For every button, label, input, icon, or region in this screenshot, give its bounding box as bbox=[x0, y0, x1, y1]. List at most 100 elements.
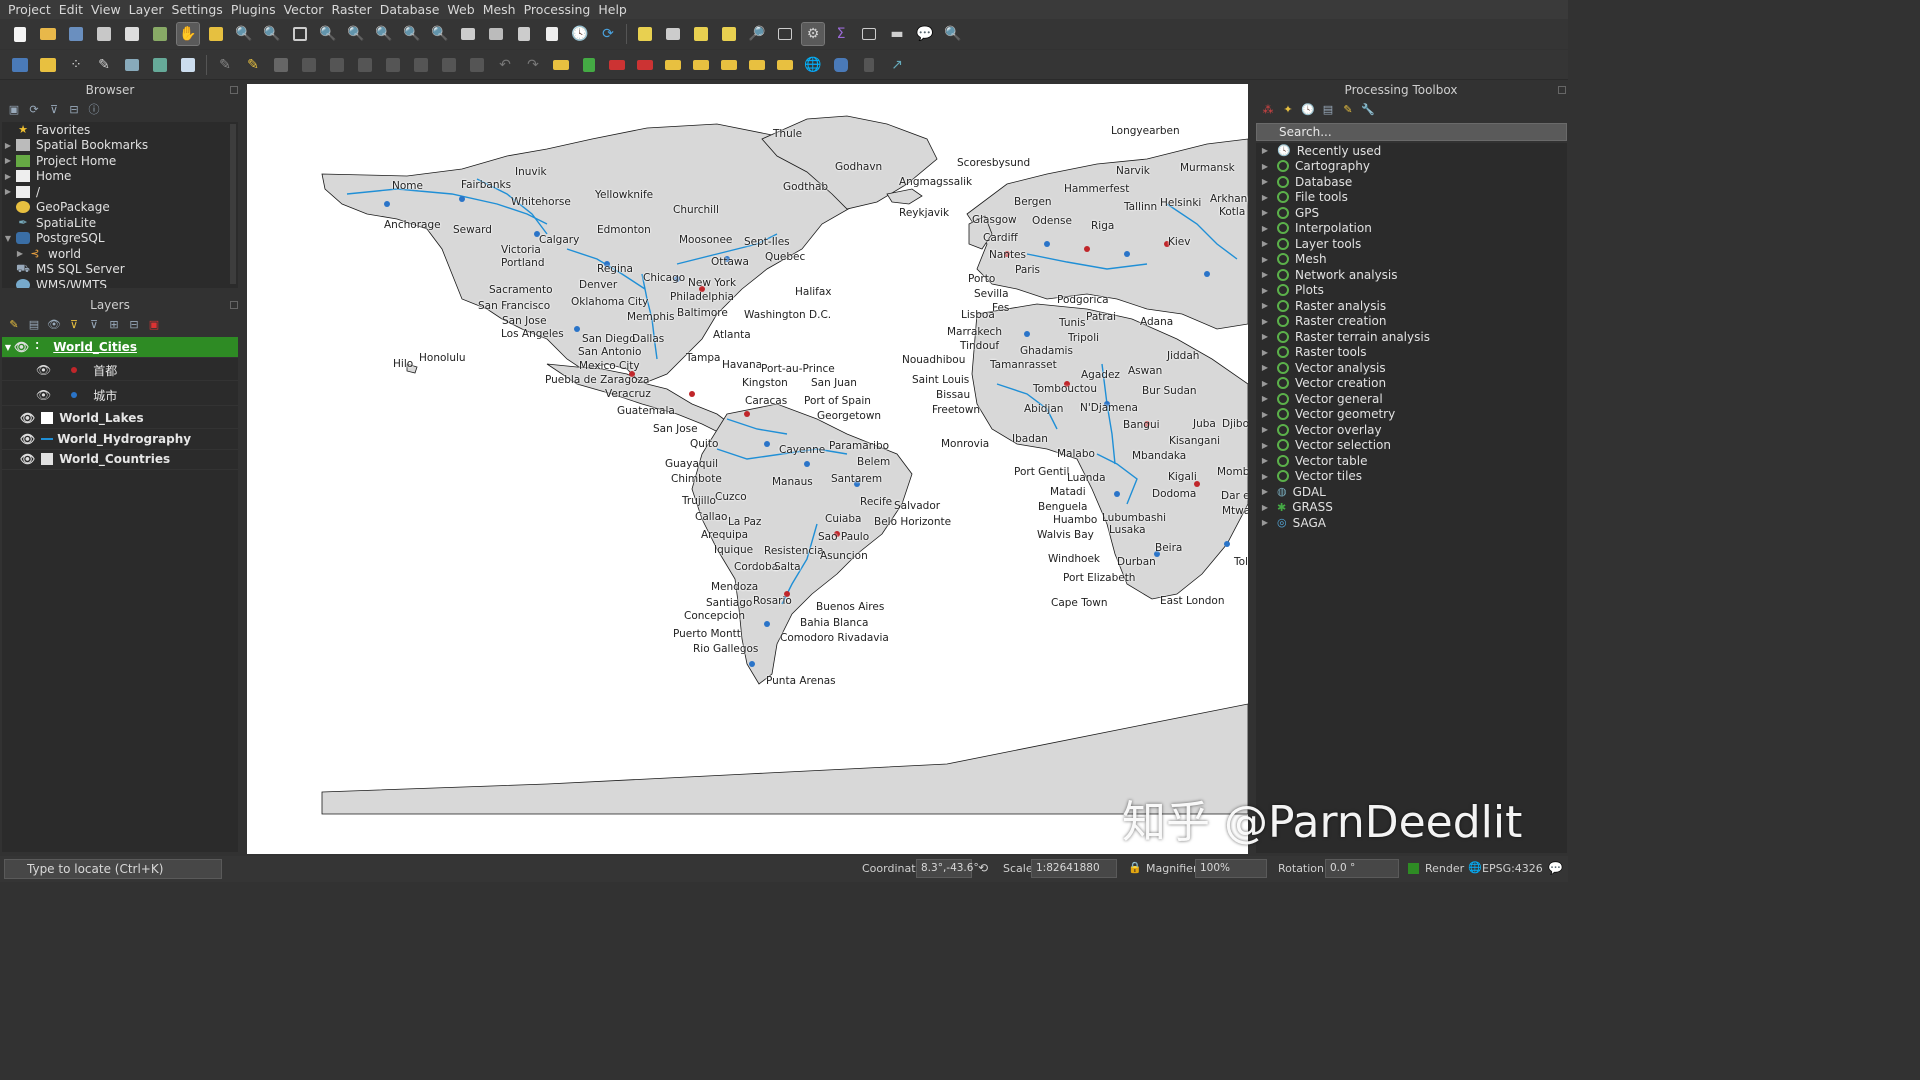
save-project-button[interactable] bbox=[65, 23, 87, 45]
expand-all-icon[interactable]: ⊞ bbox=[106, 316, 122, 332]
print-layout-button[interactable] bbox=[121, 23, 143, 45]
zoom-out-icon[interactable]: 🔍 bbox=[261, 23, 283, 45]
expand-arrow-icon[interactable]: ▶ bbox=[1259, 146, 1271, 155]
toolbox-item-interpolation[interactable]: ▶ Interpolation bbox=[1256, 221, 1567, 237]
toolbox-item-vector-tiles[interactable]: ▶ Vector tiles bbox=[1256, 469, 1567, 485]
clock-icon[interactable]: 🕓 bbox=[569, 23, 591, 45]
delete-selected-button[interactable] bbox=[382, 54, 404, 76]
expand-arrow-icon[interactable]: ▶ bbox=[1259, 394, 1271, 403]
toolbox-item-database[interactable]: ▶ Database bbox=[1256, 174, 1567, 190]
zoom-next-button[interactable]: 🔍 bbox=[429, 23, 451, 45]
expand-arrow-icon[interactable]: ▶ bbox=[1259, 255, 1271, 264]
toolbox-item-file-tools[interactable]: ▶ File tools bbox=[1256, 190, 1567, 206]
label-highlight-icon[interactable] bbox=[634, 54, 656, 76]
toolbox-item-vector-table[interactable]: ▶ Vector table bbox=[1256, 453, 1567, 469]
toolbox-item-grass[interactable]: ▶ ✱ GRASS bbox=[1256, 500, 1567, 516]
label-change-icon[interactable] bbox=[746, 54, 768, 76]
toolbox-item-plots[interactable]: ▶ Plots bbox=[1256, 283, 1567, 299]
legend-city[interactable]: 👁 城市 bbox=[2, 385, 238, 406]
filter-icon[interactable]: ⊽ bbox=[66, 316, 82, 332]
toolbox-item-raster-analysis[interactable]: ▶ Raster analysis bbox=[1256, 298, 1567, 314]
toolbox-panel-close-icon[interactable] bbox=[1558, 86, 1566, 94]
toolbox-item-vector-general[interactable]: ▶ Vector general bbox=[1256, 391, 1567, 407]
collapse-all-icon[interactable]: ⊟ bbox=[126, 316, 142, 332]
expand-arrow-icon[interactable]: ▼ bbox=[2, 234, 14, 243]
crs-globe-icon[interactable]: 🌐 bbox=[1468, 861, 1482, 874]
temporal-controller-button[interactable] bbox=[513, 23, 535, 45]
digitize-icon[interactable]: ⁘ bbox=[65, 54, 87, 76]
layer-world-countries[interactable]: 👁 World_Countries bbox=[2, 449, 238, 470]
scale-combobox[interactable]: 1:82641880 bbox=[1031, 859, 1117, 878]
messages-icon[interactable]: 💬 bbox=[1548, 861, 1563, 875]
new-virtual-layer-button[interactable] bbox=[177, 54, 199, 76]
edit-pencil-icon[interactable]: ✎ bbox=[214, 54, 236, 76]
expand-arrow-icon[interactable]: ▶ bbox=[1259, 410, 1271, 419]
refresh-icon[interactable]: ⟳ bbox=[26, 101, 42, 117]
menu-layer[interactable]: Layer bbox=[125, 0, 168, 19]
expand-arrow-icon[interactable]: ▶ bbox=[1259, 441, 1271, 450]
map-canvas[interactable]: Nome Fairbanks Inuvik Yellowknife Whiteh… bbox=[247, 84, 1248, 854]
expand-arrow-icon[interactable]: ▶ bbox=[2, 141, 14, 150]
toolbox-item-layer-tools[interactable]: ▶ Layer tools bbox=[1256, 236, 1567, 252]
expand-arrow-icon[interactable]: ▶ bbox=[1259, 503, 1271, 512]
redo-icon[interactable]: ↷ bbox=[522, 54, 544, 76]
measure-icon[interactable]: ▬ bbox=[886, 23, 908, 45]
browser-item-favorites[interactable]: ★ Favorites bbox=[2, 122, 238, 138]
new-map-view-button[interactable] bbox=[457, 23, 479, 45]
bookmark-button[interactable] bbox=[541, 23, 563, 45]
expand-arrow-icon[interactable]: ▶ bbox=[2, 172, 14, 181]
refresh-icon[interactable]: ⟳ bbox=[597, 23, 619, 45]
map-tips-icon[interactable]: 💬 bbox=[914, 23, 936, 45]
zoom-to-selection-button[interactable]: 🔍 bbox=[317, 23, 339, 45]
render-checkbox[interactable] bbox=[1408, 863, 1419, 874]
label-show-hide-icon[interactable] bbox=[662, 54, 684, 76]
history-icon[interactable]: 🕓 bbox=[1300, 101, 1316, 117]
expand-arrow-icon[interactable]: ▶ bbox=[1259, 363, 1271, 372]
browser-item-postgresql[interactable]: ▼ PostgreSQL bbox=[2, 231, 238, 247]
toolbox-item-vector-geometry[interactable]: ▶ Vector geometry bbox=[1256, 407, 1567, 423]
locator-search-input[interactable] bbox=[4, 859, 222, 879]
new-spatialite-button[interactable] bbox=[149, 54, 171, 76]
expand-arrow-icon[interactable]: ▶ bbox=[1259, 348, 1271, 357]
magnifier-spinbox[interactable]: 100% bbox=[1195, 859, 1267, 878]
attributes-table-icon[interactable] bbox=[774, 23, 796, 45]
edit-features-icon[interactable]: ✎ bbox=[1340, 101, 1356, 117]
open-attribute-table-button[interactable] bbox=[858, 23, 880, 45]
expand-arrow-icon[interactable]: ▶ bbox=[1259, 193, 1271, 202]
browser-item-home[interactable]: ▶ Home bbox=[2, 169, 238, 185]
expand-arrow-icon[interactable]: ▶ bbox=[1259, 332, 1271, 341]
expand-arrow-icon[interactable]: ▶ bbox=[2, 187, 14, 196]
label-properties-icon[interactable] bbox=[774, 54, 796, 76]
expand-arrow-icon[interactable]: ▶ bbox=[1259, 177, 1271, 186]
undo-icon[interactable]: ↶ bbox=[494, 54, 516, 76]
eye-icon[interactable]: 👁 bbox=[46, 316, 62, 332]
select-location-button[interactable] bbox=[718, 23, 740, 45]
zoom-native-button[interactable]: 🔍 bbox=[373, 23, 395, 45]
globe-icon[interactable]: 🌐 bbox=[802, 54, 824, 76]
diagram-tool-icon[interactable] bbox=[578, 54, 600, 76]
rotation-spinbox[interactable]: 0.0 ° bbox=[1325, 859, 1399, 878]
browser-item-geopackage[interactable]: GeoPackage bbox=[2, 200, 238, 216]
zoom-last-button[interactable]: 🔍 bbox=[401, 23, 423, 45]
modify-attributes-button[interactable] bbox=[354, 54, 376, 76]
pan-to-selection-button[interactable] bbox=[205, 23, 227, 45]
browser-item-world[interactable]: ▶ ⊰ world bbox=[2, 246, 238, 262]
browser-item-mssql[interactable]: ⛟ MS SQL Server bbox=[2, 262, 238, 278]
toolbox-item-vector-creation[interactable]: ▶ Vector creation bbox=[1256, 376, 1567, 392]
toolbox-item-raster-creation[interactable]: ▶ Raster creation bbox=[1256, 314, 1567, 330]
toolbox-item-vector-analysis[interactable]: ▶ Vector analysis bbox=[1256, 360, 1567, 376]
menu-web[interactable]: Web bbox=[443, 0, 478, 19]
browser-item-spatialite[interactable]: ✒ SpatiaLite bbox=[2, 215, 238, 231]
menu-database[interactable]: Database bbox=[376, 0, 444, 19]
layers-panel-close-icon[interactable] bbox=[230, 301, 238, 309]
zoom-full-button[interactable] bbox=[289, 23, 311, 45]
coordinate-toggle-icon[interactable]: ⟲ bbox=[978, 861, 988, 875]
statistics-icon[interactable]: Σ bbox=[830, 23, 852, 45]
eye-icon[interactable]: 👁 bbox=[20, 452, 35, 466]
style-panel-icon[interactable]: ✎ bbox=[6, 316, 22, 332]
expand-arrow-icon[interactable]: ▶ bbox=[1259, 162, 1271, 171]
toolbox-item-vector-overlay[interactable]: ▶ Vector overlay bbox=[1256, 422, 1567, 438]
menu-mesh[interactable]: Mesh bbox=[479, 0, 520, 19]
expand-arrow-icon[interactable]: ▶ bbox=[1259, 224, 1271, 233]
eye-icon[interactable]: 👁 bbox=[36, 363, 51, 377]
